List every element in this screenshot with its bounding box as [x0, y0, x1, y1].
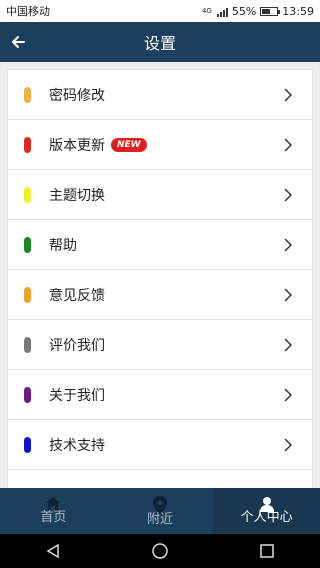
settings-item-label: 评价我们 — [49, 337, 105, 354]
settings-item-label: 主题切换 — [49, 187, 105, 204]
settings-item-label: 版本更新 — [49, 137, 105, 154]
tab-profile[interactable]: 个人中心 — [213, 488, 320, 534]
color-marker — [24, 436, 31, 453]
settings-item-label: 意见反馈 — [49, 287, 105, 304]
arrow-left-icon[interactable] — [6, 30, 30, 54]
color-marker — [24, 186, 31, 203]
color-marker — [24, 136, 31, 153]
settings-item-support[interactable]: 技术支持 — [8, 420, 312, 470]
tab-label: 个人中心 — [240, 510, 293, 525]
color-marker — [24, 336, 31, 353]
battery-icon — [260, 6, 281, 16]
settings-list: 密码修改 版本更新 NEW 主题切换 帮助 意见反馈 评价我们 关于我们 技术支… — [8, 70, 312, 488]
status-bar: 中国移动 4G 55% 13:59 — [0, 0, 320, 22]
chevron-right-icon — [284, 288, 292, 302]
clock: 13:59 — [282, 4, 314, 18]
settings-item-feedback[interactable]: 意见反馈 — [8, 270, 312, 320]
home-circle-icon[interactable] — [151, 542, 169, 560]
color-marker — [24, 386, 31, 403]
settings-item-update[interactable]: 版本更新 NEW — [8, 120, 312, 170]
color-marker — [24, 286, 31, 303]
settings-item-about[interactable]: 关于我们 — [8, 370, 312, 420]
settings-item-label: 技术支持 — [49, 437, 105, 454]
bottom-tab-bar: 首页 附近 个人中心 — [0, 488, 320, 534]
tab-label: 附近 — [147, 512, 174, 527]
tab-label: 首页 — [40, 510, 67, 525]
chevron-right-icon — [284, 438, 292, 452]
back-triangle-icon[interactable] — [45, 543, 61, 559]
app-header: 设置 — [0, 22, 320, 62]
settings-item-label: 帮助 — [49, 237, 77, 254]
settings-item-label: 密码修改 — [49, 87, 105, 104]
chevron-right-icon — [284, 238, 292, 252]
settings-item-help[interactable]: 帮助 — [8, 220, 312, 270]
tab-nearby[interactable]: 附近 — [107, 488, 214, 534]
settings-item-rate[interactable]: 评价我们 — [8, 320, 312, 370]
settings-item-theme[interactable]: 主题切换 — [8, 170, 312, 220]
carrier-label: 中国移动 — [6, 5, 50, 18]
chevron-right-icon — [284, 388, 292, 402]
chevron-right-icon — [284, 138, 292, 152]
signal-icon — [216, 6, 228, 17]
page-title: 设置 — [143, 34, 176, 53]
new-badge: NEW — [111, 137, 147, 152]
settings-item-password[interactable]: 密码修改 — [8, 70, 312, 120]
chevron-right-icon — [284, 338, 292, 352]
recent-apps-icon[interactable] — [259, 543, 275, 559]
tab-home[interactable]: 首页 — [0, 488, 107, 534]
chevron-right-icon — [284, 188, 292, 202]
chevron-right-icon — [284, 88, 292, 102]
status-indicators: 4G 55% 13:59 — [202, 5, 314, 18]
color-marker — [24, 236, 31, 253]
system-nav-bar — [0, 534, 320, 568]
settings-item-label: 关于我们 — [49, 387, 105, 404]
network-type: 4G — [201, 6, 212, 15]
battery-percent: 55% — [231, 4, 257, 18]
color-marker — [24, 86, 31, 103]
